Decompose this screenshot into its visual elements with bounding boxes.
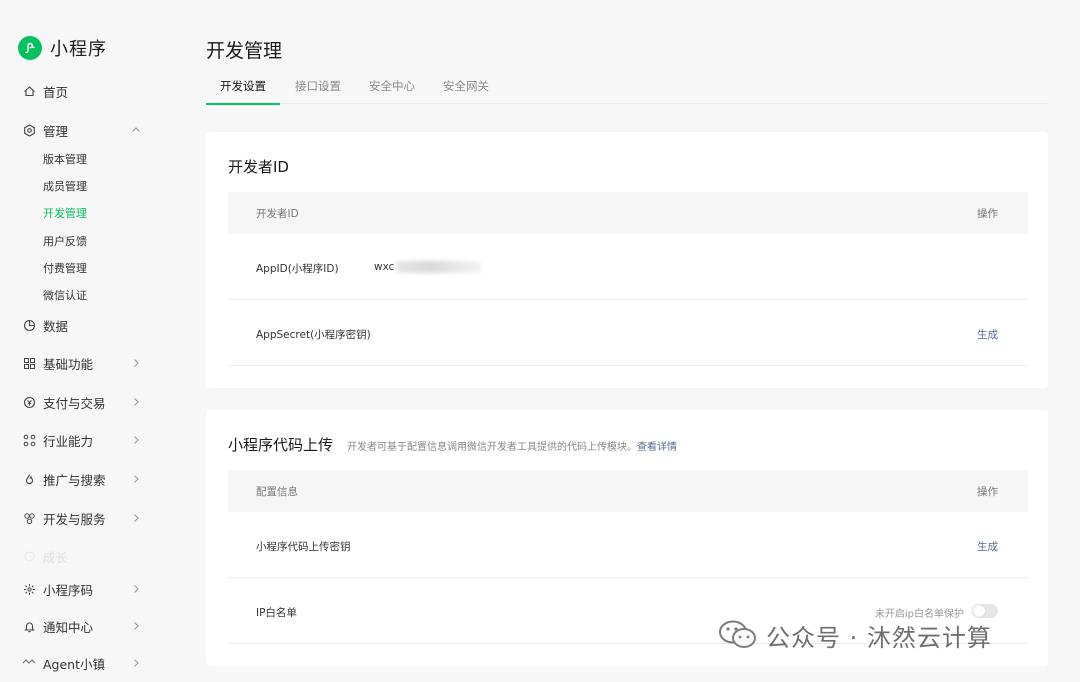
card-title-row: 小程序代码上传 开发者可基于配置信息调用微信开发者工具提供的代码上传模块。查看详情 <box>228 434 677 455</box>
home-icon <box>22 84 36 98</box>
toggle-knob <box>973 605 985 617</box>
pie-chart-icon <box>22 318 36 332</box>
wechat-logo-icon <box>718 619 758 653</box>
sidebar-item-label: 首页 <box>43 84 69 100</box>
row-label: 小程序代码上传密钥 <box>256 541 351 553</box>
chevron-right-icon <box>130 657 142 669</box>
table-row-appsecret: AppSecret(小程序密钥) 生成 <box>228 300 1028 366</box>
sidebar-item-agent[interactable]: Agent小镇 <box>22 652 152 674</box>
chevron-right-icon <box>130 434 142 446</box>
brand[interactable]: 小程序 <box>18 35 107 61</box>
tab-security-center[interactable]: 安全中心 <box>364 78 420 104</box>
chevron-right-icon <box>130 620 142 632</box>
sidebar-item-basic-features[interactable]: 基础功能 <box>22 352 152 374</box>
watermark-text: 公众号 · 沐然云计算 <box>766 624 992 652</box>
mini-program-logo-icon <box>18 36 42 60</box>
sidebar-item-label: 成长 <box>43 549 69 565</box>
sidebar-item-industry[interactable]: 行业能力 <box>22 429 152 451</box>
sidebar-item-label: 行业能力 <box>43 433 94 449</box>
column-header: 操作 <box>977 208 998 220</box>
sidebar-item-payment[interactable]: 支付与交易 <box>22 391 152 413</box>
sidebar-item-data[interactable]: 数据 <box>22 314 152 336</box>
chevron-right-icon <box>130 583 142 595</box>
table-row-appid: AppID(小程序ID) wxc <box>228 234 1028 300</box>
redacted-blur <box>396 261 483 273</box>
appid-value: wxc <box>374 261 483 273</box>
column-header: 配置信息 <box>256 486 298 498</box>
sidebar-subitem-feedback[interactable]: 用户反馈 <box>43 232 87 250</box>
tab-dev-settings[interactable]: 开发设置 <box>206 78 280 105</box>
row-label: AppID(小程序ID) <box>256 263 339 275</box>
chevron-right-icon <box>130 357 142 369</box>
appid-prefix: wxc <box>374 261 395 273</box>
payment-icon <box>22 395 36 409</box>
sidebar-item-label: 基础功能 <box>43 356 94 372</box>
chevron-up-icon <box>130 124 142 136</box>
generate-secret-button[interactable]: 生成 <box>977 327 998 342</box>
sidebar-item-label: 小程序码 <box>43 582 94 598</box>
sun-icon <box>22 582 36 596</box>
sidebar-item-promotion[interactable]: 推广与搜索 <box>22 468 152 490</box>
table-header: 配置信息 操作 <box>228 470 1028 512</box>
card-title: 小程序代码上传 <box>228 436 334 454</box>
sidebar-item-label: 数据 <box>43 318 69 334</box>
sidebar-item-label: 推广与搜索 <box>43 472 106 488</box>
description-text: 开发者可基于配置信息调用微信开发者工具提供的代码上传模块。 <box>347 442 638 453</box>
sidebar-subitem-verification[interactable]: 微信认证 <box>43 286 87 304</box>
sidebar-subitem-development[interactable]: 开发管理 <box>43 204 87 222</box>
sidebar-item-growth[interactable]: 成长 <box>22 545 152 567</box>
tab-security-gateway[interactable]: 安全网关 <box>438 78 494 104</box>
sidebar-item-notifications[interactable]: 通知中心 <box>22 615 152 637</box>
tab-bar: 开发设置 接口设置 安全中心 安全网关 <box>206 78 1048 105</box>
column-header: 开发者ID <box>256 208 299 220</box>
sidebar-item-dev-services[interactable]: 开发与服务 <box>22 507 152 529</box>
nodes-icon <box>22 433 36 447</box>
chevron-right-icon <box>130 473 142 485</box>
grid-icon <box>22 356 36 370</box>
sidebar-item-qrcode[interactable]: 小程序码 <box>22 578 152 600</box>
brand-name: 小程序 <box>50 39 107 60</box>
watermark: 公众号 · 沐然云计算 <box>718 618 992 653</box>
developer-id-card: 开发者ID 开发者ID 操作 AppID(小程序ID) wxc AppSecre… <box>206 132 1048 388</box>
page-title: 开发管理 <box>206 40 283 62</box>
chevron-right-icon <box>130 396 142 408</box>
sidebar-item-label: 通知中心 <box>43 619 94 635</box>
sidebar-subitem-billing[interactable]: 付费管理 <box>43 259 87 277</box>
developer-id-table: 开发者ID 操作 AppID(小程序ID) wxc AppSecret(小程序密… <box>228 192 1028 366</box>
sidebar-item-label: 支付与交易 <box>43 395 106 411</box>
bell-icon <box>22 619 36 633</box>
table-header: 开发者ID 操作 <box>228 192 1028 234</box>
agent-icon <box>22 656 36 670</box>
settings-icon <box>22 123 36 137</box>
sidebar: 小程序 首页 管理 版本管理 成员管理 开发管理 用户反馈 付费管理 微信认证 … <box>0 0 178 682</box>
sidebar-subitem-members[interactable]: 成员管理 <box>43 177 87 195</box>
sidebar-subitem-version[interactable]: 版本管理 <box>43 150 87 168</box>
tab-api-settings[interactable]: 接口设置 <box>290 78 346 104</box>
card-description: 开发者可基于配置信息调用微信开发者工具提供的代码上传模块。查看详情 <box>347 442 677 453</box>
sidebar-item-label: 管理 <box>43 123 69 139</box>
row-label: AppSecret(小程序密钥) <box>256 329 371 341</box>
sidebar-item-label: 开发与服务 <box>43 511 106 527</box>
generate-upload-key-button[interactable]: 生成 <box>977 539 998 554</box>
card-title: 开发者ID <box>228 158 289 176</box>
ip-whitelist-toggle[interactable] <box>972 604 998 618</box>
view-details-link[interactable]: 查看详情 <box>637 442 677 453</box>
growth-icon <box>22 549 36 563</box>
table-row-upload-key: 小程序代码上传密钥 生成 <box>228 512 1028 578</box>
sidebar-item-manage[interactable]: 管理 <box>22 119 152 141</box>
sidebar-item-label: Agent小镇 <box>43 656 105 672</box>
row-label: IP白名单 <box>256 607 297 619</box>
flame-icon <box>22 472 36 486</box>
chevron-right-icon <box>130 512 142 524</box>
sidebar-item-home[interactable]: 首页 <box>22 80 152 102</box>
column-header: 操作 <box>977 486 998 498</box>
cluster-icon <box>22 511 36 525</box>
